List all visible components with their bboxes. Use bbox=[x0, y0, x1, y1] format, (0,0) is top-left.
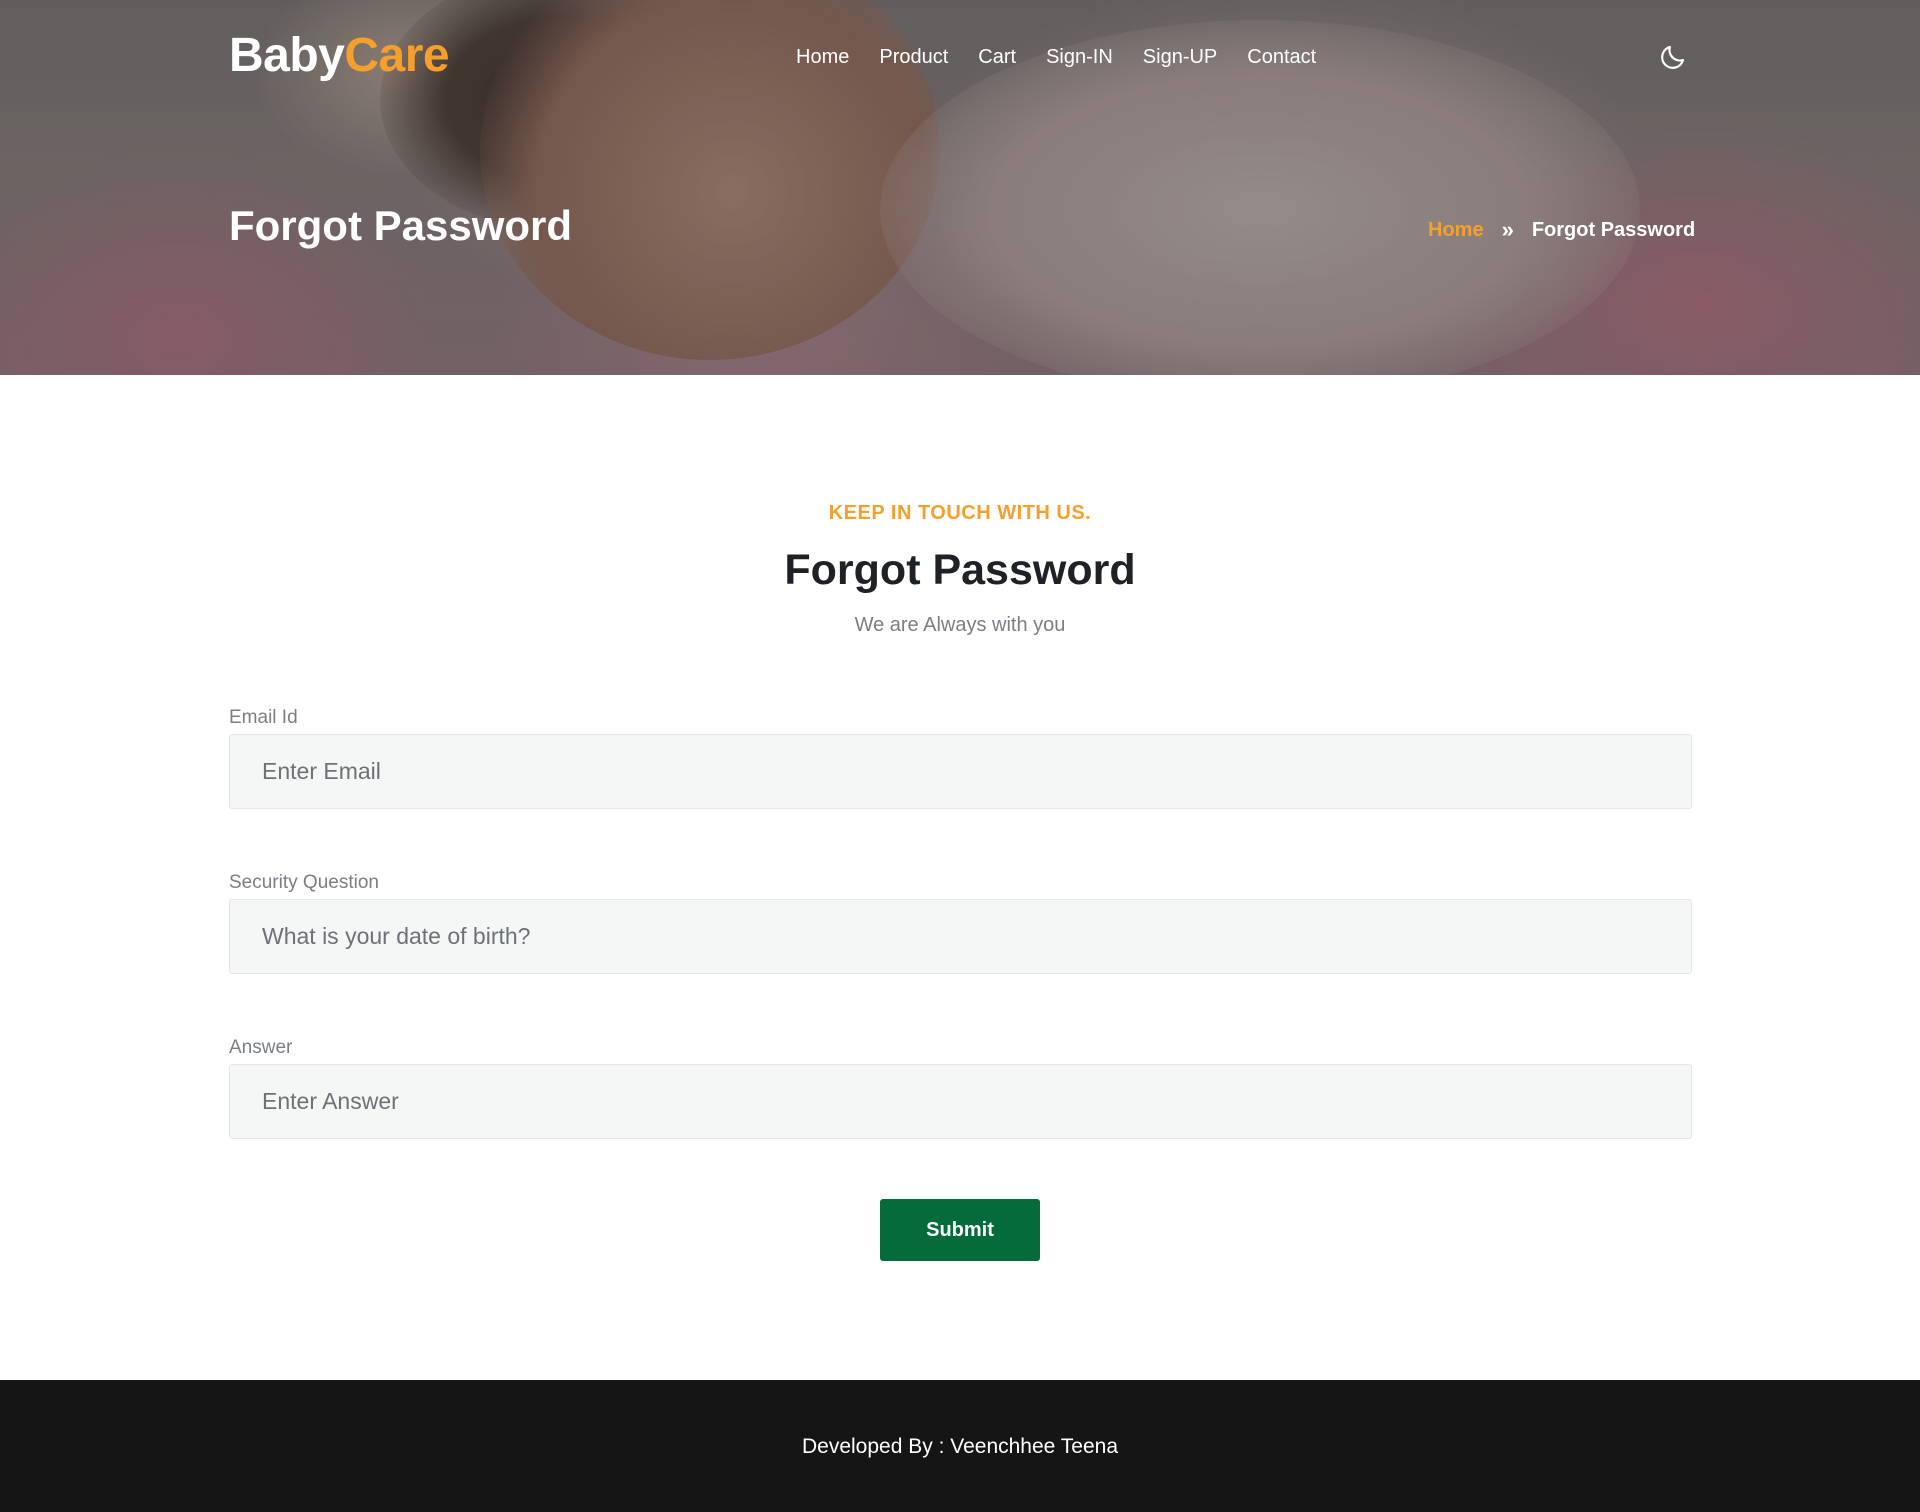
email-label: Email Id bbox=[229, 707, 298, 728]
nav-item-product[interactable]: Product bbox=[879, 46, 948, 69]
nav-item-sign-up[interactable]: Sign-UP bbox=[1143, 46, 1217, 69]
email-field[interactable] bbox=[229, 734, 1692, 809]
nav-item-home[interactable]: Home bbox=[796, 46, 849, 69]
section-subtitle: We are Always with you bbox=[854, 614, 1066, 636]
breadcrumb-home-link[interactable]: Home bbox=[1428, 219, 1484, 242]
nav-item-cart[interactable]: Cart bbox=[978, 46, 1016, 69]
answer-field[interactable] bbox=[229, 1064, 1692, 1139]
section-title: Forgot Password bbox=[784, 546, 1136, 594]
nav-item-contact[interactable]: Contact bbox=[1247, 46, 1316, 69]
footer-credit: Developed By : Veenchhee Teena bbox=[801, 1435, 1119, 1458]
brand-logo-part2: Care bbox=[344, 29, 450, 82]
moon-icon[interactable] bbox=[1658, 42, 1688, 72]
top-navbar: BabyCare Home Product Cart Sign-IN Sign-… bbox=[0, 0, 1920, 110]
breadcrumb-current: Forgot Password bbox=[1531, 218, 1696, 241]
breadcrumb-separator: » bbox=[1501, 217, 1514, 242]
security-question-field[interactable] bbox=[229, 899, 1692, 974]
hero-banner: BabyCare Home Product Cart Sign-IN Sign-… bbox=[0, 0, 1920, 375]
hero-title: Forgot Password bbox=[229, 202, 573, 249]
nav-menu: Home Product Cart Sign-IN Sign-UP Contac… bbox=[796, 46, 1316, 69]
brand-logo[interactable]: BabyCare bbox=[229, 28, 450, 83]
nav-item-sign-in[interactable]: Sign-IN bbox=[1046, 46, 1113, 69]
submit-button[interactable]: Submit bbox=[880, 1199, 1040, 1261]
breadcrumb: Home » Forgot Password bbox=[1428, 217, 1695, 243]
answer-label: Answer bbox=[229, 1037, 293, 1058]
security-question-label: Security Question bbox=[229, 872, 379, 893]
brand-logo-part1: Baby bbox=[229, 29, 345, 82]
footer: Developed By : Veenchhee Teena bbox=[0, 1380, 1920, 1512]
section-eyebrow: KEEP IN TOUCH WITH US. bbox=[828, 502, 1092, 524]
